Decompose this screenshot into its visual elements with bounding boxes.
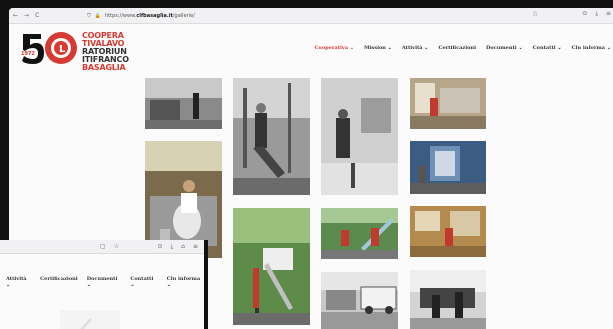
pocket-icon[interactable]: ⊙ bbox=[582, 10, 587, 18]
menu-item-attivita[interactable]: Attività ⌄ bbox=[402, 45, 429, 51]
gallery-photo[interactable] bbox=[410, 78, 486, 129]
back-button[interactable]: ← bbox=[13, 12, 18, 19]
main-menu: Cooperativa ⌄ Mission ⌄ Attività ⌄ Certi… bbox=[315, 45, 612, 51]
shield-icon: ⛉ bbox=[87, 12, 91, 19]
gallery-photo[interactable] bbox=[321, 208, 398, 259]
reload-button[interactable]: C bbox=[35, 12, 39, 19]
download-icon[interactable]: ⤓ bbox=[171, 243, 174, 251]
bookmark-star-icon[interactable]: ☆ bbox=[114, 243, 119, 250]
download-icon[interactable]: ⤓ bbox=[595, 10, 598, 18]
secondary-window-content: ▢ ☆ ⊙ ⤓ ⌂ ≡ Attività ⌄ Certificazioni Do… bbox=[0, 240, 204, 329]
secondary-tools: ⊙ ⤓ ⌂ ≡ bbox=[157, 243, 198, 251]
bookmark-star-icon[interactable]: ☆ bbox=[532, 10, 538, 18]
site-header: L 1972 COOPERA TIVALAVO RATORIUN ITIFRAN… bbox=[9, 24, 613, 72]
menu-icon[interactable]: ≡ bbox=[606, 10, 611, 18]
url-text: https://www.clfbasaglia.it/gallerie/ bbox=[105, 12, 195, 19]
secondary-menu: Attività ⌄ Certificazioni Documenti ⌄ Co… bbox=[6, 276, 204, 288]
gallery-photo[interactable] bbox=[233, 208, 310, 325]
gallery-photo[interactable] bbox=[145, 78, 222, 129]
secondary-browser-window: ▢ ☆ ⊙ ⤓ ⌂ ≡ Attività ⌄ Certificazioni Do… bbox=[0, 240, 208, 329]
home-icon[interactable]: ⌂ bbox=[181, 243, 185, 251]
gallery-photo[interactable] bbox=[410, 270, 486, 329]
browser-tools: ⊙ ⤓ ≡ bbox=[582, 10, 611, 18]
gallery-photo[interactable] bbox=[321, 78, 398, 195]
menu-item-certificazioni[interactable]: Certificazioni bbox=[40, 276, 78, 288]
gallery-photo[interactable] bbox=[410, 141, 486, 194]
logo-50-mark[interactable]: L bbox=[19, 28, 79, 68]
secondary-content-fragment bbox=[60, 310, 120, 329]
menu-item-contatti[interactable]: Contatti ⌄ bbox=[533, 45, 562, 51]
forward-button[interactable]: → bbox=[24, 12, 29, 19]
page-icon[interactable]: ▢ bbox=[100, 243, 106, 250]
pocket-icon[interactable]: ⊙ bbox=[157, 243, 162, 251]
logo-year: 1972 bbox=[21, 51, 35, 57]
gallery-photo[interactable] bbox=[410, 206, 486, 257]
lock-icon: 🔒 bbox=[94, 12, 101, 19]
menu-item-documenti[interactable]: Documenti ⌄ bbox=[87, 276, 122, 288]
address-bar[interactable]: ⛉ 🔒 https://www.clfbasaglia.it/gallerie/ bbox=[87, 11, 557, 20]
menu-item-clu-informa[interactable]: Clu informa ⌄ bbox=[572, 45, 611, 51]
menu-item-documenti[interactable]: Documenti ⌄ bbox=[486, 45, 523, 51]
gallery-photo[interactable] bbox=[321, 272, 398, 329]
browser-toolbar: ← → C ⛉ 🔒 https://www.clfbasaglia.it/gal… bbox=[9, 8, 613, 24]
menu-icon[interactable]: ≡ bbox=[193, 243, 198, 251]
menu-item-contatti[interactable]: Contatti ⌄ bbox=[130, 276, 157, 288]
nav-buttons: ← → C bbox=[13, 12, 39, 19]
menu-item-mission[interactable]: Mission ⌄ bbox=[364, 45, 392, 51]
svg-text:L: L bbox=[59, 44, 66, 55]
gallery-photo[interactable] bbox=[233, 78, 310, 195]
logo-text[interactable]: COOPERA TIVALAVO RATORIUN ITIFRANCO BASA… bbox=[82, 32, 129, 72]
secondary-toolbar: ▢ ☆ ⊙ ⤓ ⌂ ≡ bbox=[0, 240, 204, 254]
menu-item-cooperativa[interactable]: Cooperativa ⌄ bbox=[315, 45, 355, 51]
menu-item-certificazioni[interactable]: Certificazioni bbox=[438, 45, 476, 51]
menu-item-clu-informa[interactable]: Clu informa ⌄ bbox=[167, 276, 204, 288]
secondary-address-icons: ▢ ☆ bbox=[100, 243, 119, 250]
logo-line-5: BASAGLIA bbox=[82, 63, 126, 72]
menu-item-attivita[interactable]: Attività ⌄ bbox=[6, 276, 31, 288]
